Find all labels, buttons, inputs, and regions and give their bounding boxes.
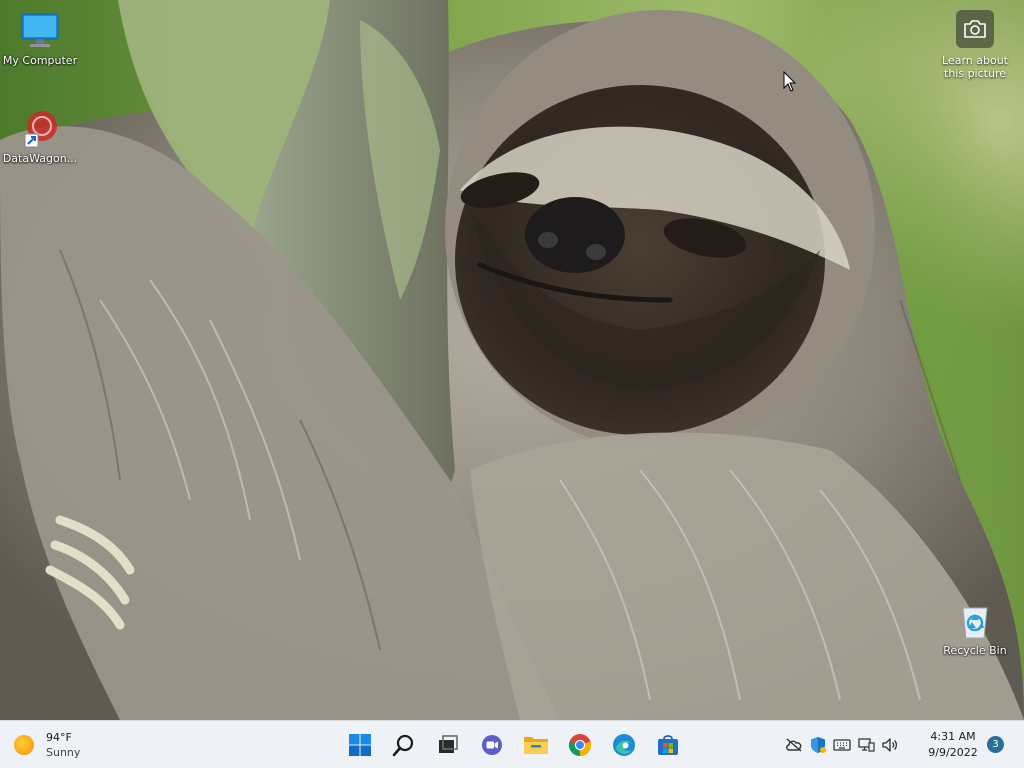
- shortcut-icon: [19, 108, 61, 150]
- desktop-icon-label: Recycle Bin: [943, 644, 1007, 657]
- recycle-bin-icon: [954, 600, 996, 642]
- sun-icon: [14, 735, 34, 755]
- weather-widget[interactable]: 94°F Sunny: [14, 727, 80, 763]
- cloud-offline-icon[interactable]: [782, 733, 806, 757]
- edge-icon: [613, 734, 635, 756]
- task-view-button[interactable]: [428, 725, 468, 765]
- chat-button[interactable]: [472, 725, 512, 765]
- clock-time: 4:31 AM: [930, 730, 976, 743]
- folder-icon: [524, 737, 548, 754]
- taskbar: 94°F Sunny 4:31 AM 9/9/2022 3: [0, 720, 1024, 768]
- desktop-icon-datawagon-shortcut[interactable]: DataWagon...: [0, 108, 80, 165]
- desktop-icon-label: DataWagon...: [2, 152, 78, 165]
- monitor-icon: [19, 10, 61, 52]
- store-icon: [658, 735, 678, 755]
- learn-about-this-picture[interactable]: Learn about this picture: [938, 10, 1012, 80]
- clock-date: 9/9/2022: [928, 746, 978, 759]
- desktop-wallpaper: [0, 0, 1024, 720]
- speaker-icon[interactable]: [878, 733, 902, 757]
- chrome-icon: [568, 734, 592, 757]
- camera-icon: [956, 10, 994, 48]
- learn-about-line2: this picture: [944, 67, 1006, 80]
- chrome-button[interactable]: [560, 725, 600, 765]
- search-icon: [392, 734, 414, 757]
- learn-about-line1: Learn about: [942, 54, 1008, 67]
- video-chat-icon: [482, 735, 502, 755]
- network-icon[interactable]: [854, 733, 878, 757]
- start-button[interactable]: [340, 725, 380, 765]
- system-tray: [782, 725, 902, 765]
- desktop-icon-recycle-bin[interactable]: Recycle Bin: [935, 600, 1015, 657]
- weather-temperature: 94°F: [46, 731, 72, 744]
- weather-condition: Sunny: [46, 746, 81, 759]
- desktop-icon-my-computer[interactable]: My Computer: [0, 10, 80, 67]
- security-shield-icon[interactable]: [806, 733, 830, 757]
- notification-badge[interactable]: 3: [987, 736, 1004, 753]
- store-button[interactable]: [648, 725, 688, 765]
- keyboard-icon[interactable]: [830, 733, 854, 757]
- task-view-icon: [439, 735, 458, 753]
- desktop: My Computer DataWagon... Recycle Bin Lea…: [0, 0, 1024, 768]
- edge-button[interactable]: [604, 725, 644, 765]
- desktop-icon-label: My Computer: [2, 54, 78, 67]
- sloth-wallpaper-image: [0, 0, 1024, 720]
- file-explorer-button[interactable]: [516, 725, 556, 765]
- taskbar-apps: [338, 725, 690, 765]
- taskbar-clock[interactable]: 4:31 AM 9/9/2022: [922, 729, 984, 761]
- search-button[interactable]: [384, 725, 424, 765]
- windows-start-icon: [349, 734, 371, 756]
- mouse-cursor-icon: [783, 70, 797, 97]
